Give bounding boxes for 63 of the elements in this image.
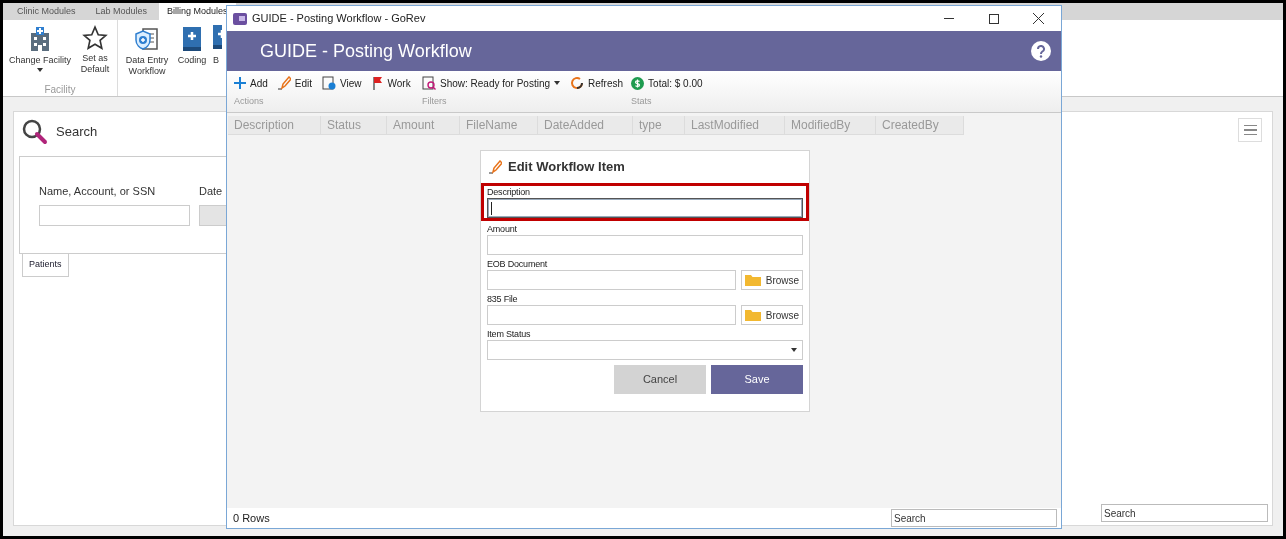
- pencil-icon: [277, 76, 291, 90]
- flag-icon: [371, 76, 384, 90]
- book-icon: [180, 25, 204, 53]
- folder-icon: [744, 309, 761, 321]
- toolbar-button[interactable]: Refresh: [570, 75, 624, 91]
- toolbar-button[interactable]: Edit: [277, 75, 313, 91]
- dollar-icon: [631, 76, 645, 90]
- ribbon-button[interactable]: Coding: [177, 20, 207, 96]
- search-field[interactable]: Search: [891, 509, 1057, 527]
- field-label: Item Status: [487, 328, 532, 340]
- field-label: Date: [199, 184, 224, 199]
- dialog-title: Edit Workflow Item: [508, 158, 625, 177]
- app-icon: [233, 12, 247, 25]
- text-cursor-icon: [491, 201, 492, 215]
- toolbar-button[interactable]: Total: $ 0.00: [631, 75, 703, 91]
- refresh-icon: [570, 76, 585, 90]
- field-label: 835 File: [487, 293, 519, 305]
- dropdown-field[interactable]: [487, 340, 803, 360]
- dropdown-caret-icon: [37, 68, 43, 72]
- ribbon-button[interactable]: Set as Default: [78, 20, 112, 82]
- cancel-button[interactable]: Cancel: [614, 365, 706, 394]
- toolbar-group-label: Actions: [234, 95, 265, 108]
- search-icon: [22, 119, 48, 145]
- window-title: GUIDE - Posting Workflow - GoRev: [252, 11, 426, 27]
- browse-button[interactable]: Browse: [741, 305, 803, 325]
- ribbon-button[interactable]: Change Facility: [8, 20, 72, 82]
- help-icon: [1036, 44, 1046, 58]
- maximize-icon: [988, 13, 999, 24]
- module-tab[interactable]: Clinic Modules: [9, 3, 84, 20]
- field-label: EOB Document: [487, 258, 549, 270]
- ribbon-group-label: Facility: [43, 83, 77, 96]
- toolbar-button[interactable]: Work: [371, 75, 411, 91]
- row-count: 0 Rows: [233, 510, 270, 526]
- toolbar-button[interactable]: Show: Ready for Posting: [422, 75, 561, 91]
- window-header: GUIDE - Posting Workflow: [260, 39, 472, 63]
- toolbar-group-label: Filters: [422, 95, 448, 108]
- browse-button[interactable]: Browse: [741, 270, 803, 290]
- panel-title: Search: [56, 123, 98, 142]
- toolbar-button[interactable]: Add: [234, 75, 268, 91]
- search-field[interactable]: Search: [1101, 504, 1268, 522]
- close-icon: [1033, 13, 1044, 24]
- field-label: Amount: [487, 223, 518, 235]
- dropdown-caret-icon: [554, 81, 561, 85]
- field-label: Description: [487, 186, 531, 198]
- toolbar-button[interactable]: View: [322, 75, 362, 91]
- module-tab[interactable]: Lab Modules: [87, 3, 156, 20]
- pencil-icon: [489, 160, 502, 174]
- field-label: Name, Account, or SSN: [39, 184, 157, 199]
- help-button[interactable]: [1031, 41, 1051, 61]
- document-search-icon: [422, 76, 436, 90]
- plus-icon: [234, 77, 246, 89]
- tab[interactable]: Patients: [22, 254, 69, 277]
- toolbar-group-label: Stats: [631, 95, 653, 108]
- ribbon-button[interactable]: Data Entry Workflow: [123, 20, 171, 96]
- star-icon: [82, 25, 108, 51]
- shield-clipboard-icon: [133, 25, 161, 53]
- menu-button[interactable]: [1238, 118, 1262, 142]
- dropdown-caret-icon: [791, 348, 797, 352]
- folder-icon: [744, 274, 761, 286]
- input-field[interactable]: [487, 198, 803, 218]
- document-view-icon: [322, 76, 337, 90]
- minimize-icon: [943, 18, 954, 19]
- save-button[interactable]: Save: [711, 365, 803, 394]
